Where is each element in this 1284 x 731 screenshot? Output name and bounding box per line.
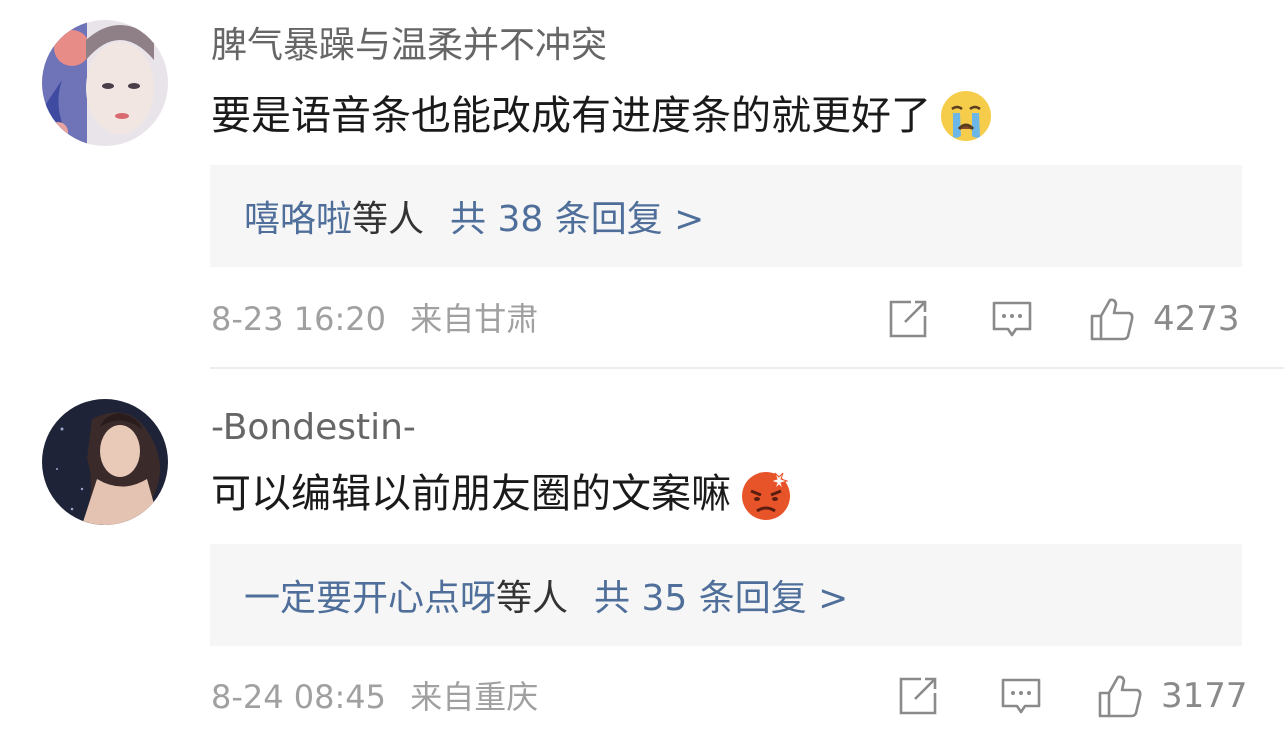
like-count: 4273 bbox=[1153, 299, 1240, 339]
thumbs-up-icon bbox=[1089, 296, 1135, 342]
comment-text-body: 可以编辑以前朋友圈的文案嘛 bbox=[211, 471, 731, 517]
comment-bubble-icon bbox=[1000, 675, 1042, 717]
comment-text: 要是语音条也能改成有进度条的就更好了 bbox=[211, 89, 993, 143]
comment-item: -Bondestin- 可以编辑以前朋友圈的文案嘛 一定要开心点呀 等人 共 3… bbox=[0, 370, 1284, 731]
reply-etc-label: 等人 bbox=[352, 199, 425, 240]
username[interactable]: 脾气暴躁与温柔并不冲突 bbox=[211, 24, 607, 68]
share-button[interactable] bbox=[887, 295, 929, 343]
share-edit-icon bbox=[897, 675, 939, 717]
like-button[interactable]: 4273 bbox=[1089, 295, 1240, 343]
comment-bubble-icon bbox=[991, 298, 1033, 340]
divider bbox=[210, 367, 1284, 369]
avatar[interactable] bbox=[42, 20, 168, 146]
replies-summary-link[interactable]: 一定要开心点呀 等人 共 35 条回复 > bbox=[210, 544, 1242, 646]
reply-usernames[interactable]: 嘻咯啦 bbox=[244, 190, 352, 242]
like-button[interactable]: 3177 bbox=[1097, 672, 1248, 720]
comment-list: 脾气暴躁与温柔并不冲突 要是语音条也能改成有进度条的就更好了 嘻咯啦 等人 共 … bbox=[0, 0, 1284, 731]
replies-summary-link[interactable]: 嘻咯啦 等人 共 38 条回复 > bbox=[210, 165, 1242, 267]
reply-etc-label: 等人 bbox=[496, 578, 569, 619]
share-button[interactable] bbox=[897, 672, 939, 720]
comment-button[interactable] bbox=[1000, 672, 1042, 720]
angry-face-emoji-icon bbox=[739, 467, 793, 521]
comment-button[interactable] bbox=[991, 295, 1033, 343]
reply-count-link[interactable]: 共 35 条回复 > bbox=[594, 569, 848, 621]
crying-face-emoji-icon bbox=[939, 89, 993, 143]
comment-text: 可以编辑以前朋友圈的文案嘛 bbox=[211, 467, 793, 521]
comment-actions: 4273 bbox=[0, 295, 1284, 343]
thumbs-up-icon bbox=[1097, 673, 1143, 719]
avatar[interactable] bbox=[42, 399, 168, 525]
like-count: 3177 bbox=[1161, 676, 1248, 716]
comment-actions: 3177 bbox=[0, 672, 1284, 720]
comment-text-body: 要是语音条也能改成有进度条的就更好了 bbox=[211, 93, 931, 139]
reply-usernames[interactable]: 一定要开心点呀 bbox=[244, 569, 496, 621]
reply-count-link[interactable]: 共 38 条回复 > bbox=[450, 190, 704, 242]
comment-item: 脾气暴躁与温柔并不冲突 要是语音条也能改成有进度条的就更好了 嘻咯啦 等人 共 … bbox=[0, 0, 1284, 369]
username[interactable]: -Bondestin- bbox=[211, 406, 416, 450]
share-edit-icon bbox=[887, 298, 929, 340]
